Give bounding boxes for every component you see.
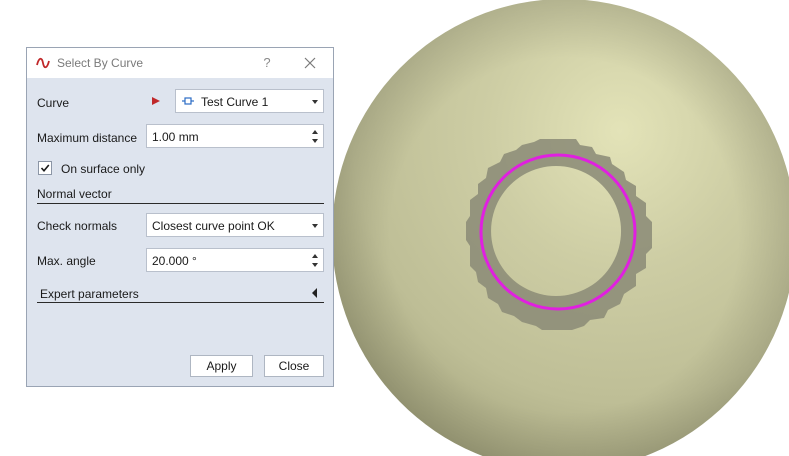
- on-surface-checkbox[interactable]: [38, 161, 52, 175]
- pick-arrow-icon[interactable]: [151, 96, 161, 106]
- max-angle-input[interactable]: 20.000 °: [146, 248, 324, 272]
- curve-label: Curve: [37, 96, 70, 110]
- spin-down-icon[interactable]: [312, 263, 318, 267]
- check-normals-select[interactable]: Closest curve point OK: [146, 213, 324, 237]
- expert-divider: [37, 302, 324, 303]
- spin-up-icon[interactable]: [312, 130, 318, 134]
- dialog-titlebar[interactable]: Select By Curve ?: [27, 48, 333, 78]
- max-angle-label: Max. angle: [37, 254, 96, 268]
- curve-select[interactable]: Test Curve 1: [175, 89, 324, 113]
- curve-icon: [36, 57, 50, 69]
- max-distance-label: Maximum distance: [37, 131, 138, 145]
- chevron-down-icon: [312, 100, 318, 104]
- expand-left-icon[interactable]: [312, 288, 317, 298]
- section-divider: [37, 203, 324, 204]
- select-by-curve-dialog: Select By Curve ? Curve Test Curve 1 Max…: [26, 47, 334, 387]
- dialog-title: Select By Curve: [57, 56, 144, 70]
- max-distance-input[interactable]: 1.00 mm: [146, 124, 324, 148]
- max-angle-value: 20.000 °: [152, 254, 197, 268]
- spin-up-icon[interactable]: [312, 254, 318, 258]
- normal-vector-heading: Normal vector: [37, 187, 112, 201]
- curve-value: Test Curve 1: [201, 95, 269, 109]
- close-button[interactable]: Close: [264, 355, 324, 377]
- help-button[interactable]: ?: [260, 55, 274, 71]
- check-normals-label: Check normals: [37, 219, 118, 233]
- part-rim-shade: [332, 0, 789, 456]
- chevron-down-icon: [312, 224, 318, 228]
- spin-down-icon[interactable]: [312, 139, 318, 143]
- max-distance-value: 1.00 mm: [152, 130, 199, 144]
- checkmark-icon: [40, 164, 50, 173]
- on-surface-label: On surface only: [61, 162, 146, 176]
- close-icon[interactable]: [303, 56, 317, 70]
- expert-parameters-toggle[interactable]: Expert parameters: [40, 287, 139, 301]
- check-normals-value: Closest curve point OK: [152, 219, 275, 233]
- curve-entity-icon: [182, 97, 194, 105]
- apply-button[interactable]: Apply: [190, 355, 253, 377]
